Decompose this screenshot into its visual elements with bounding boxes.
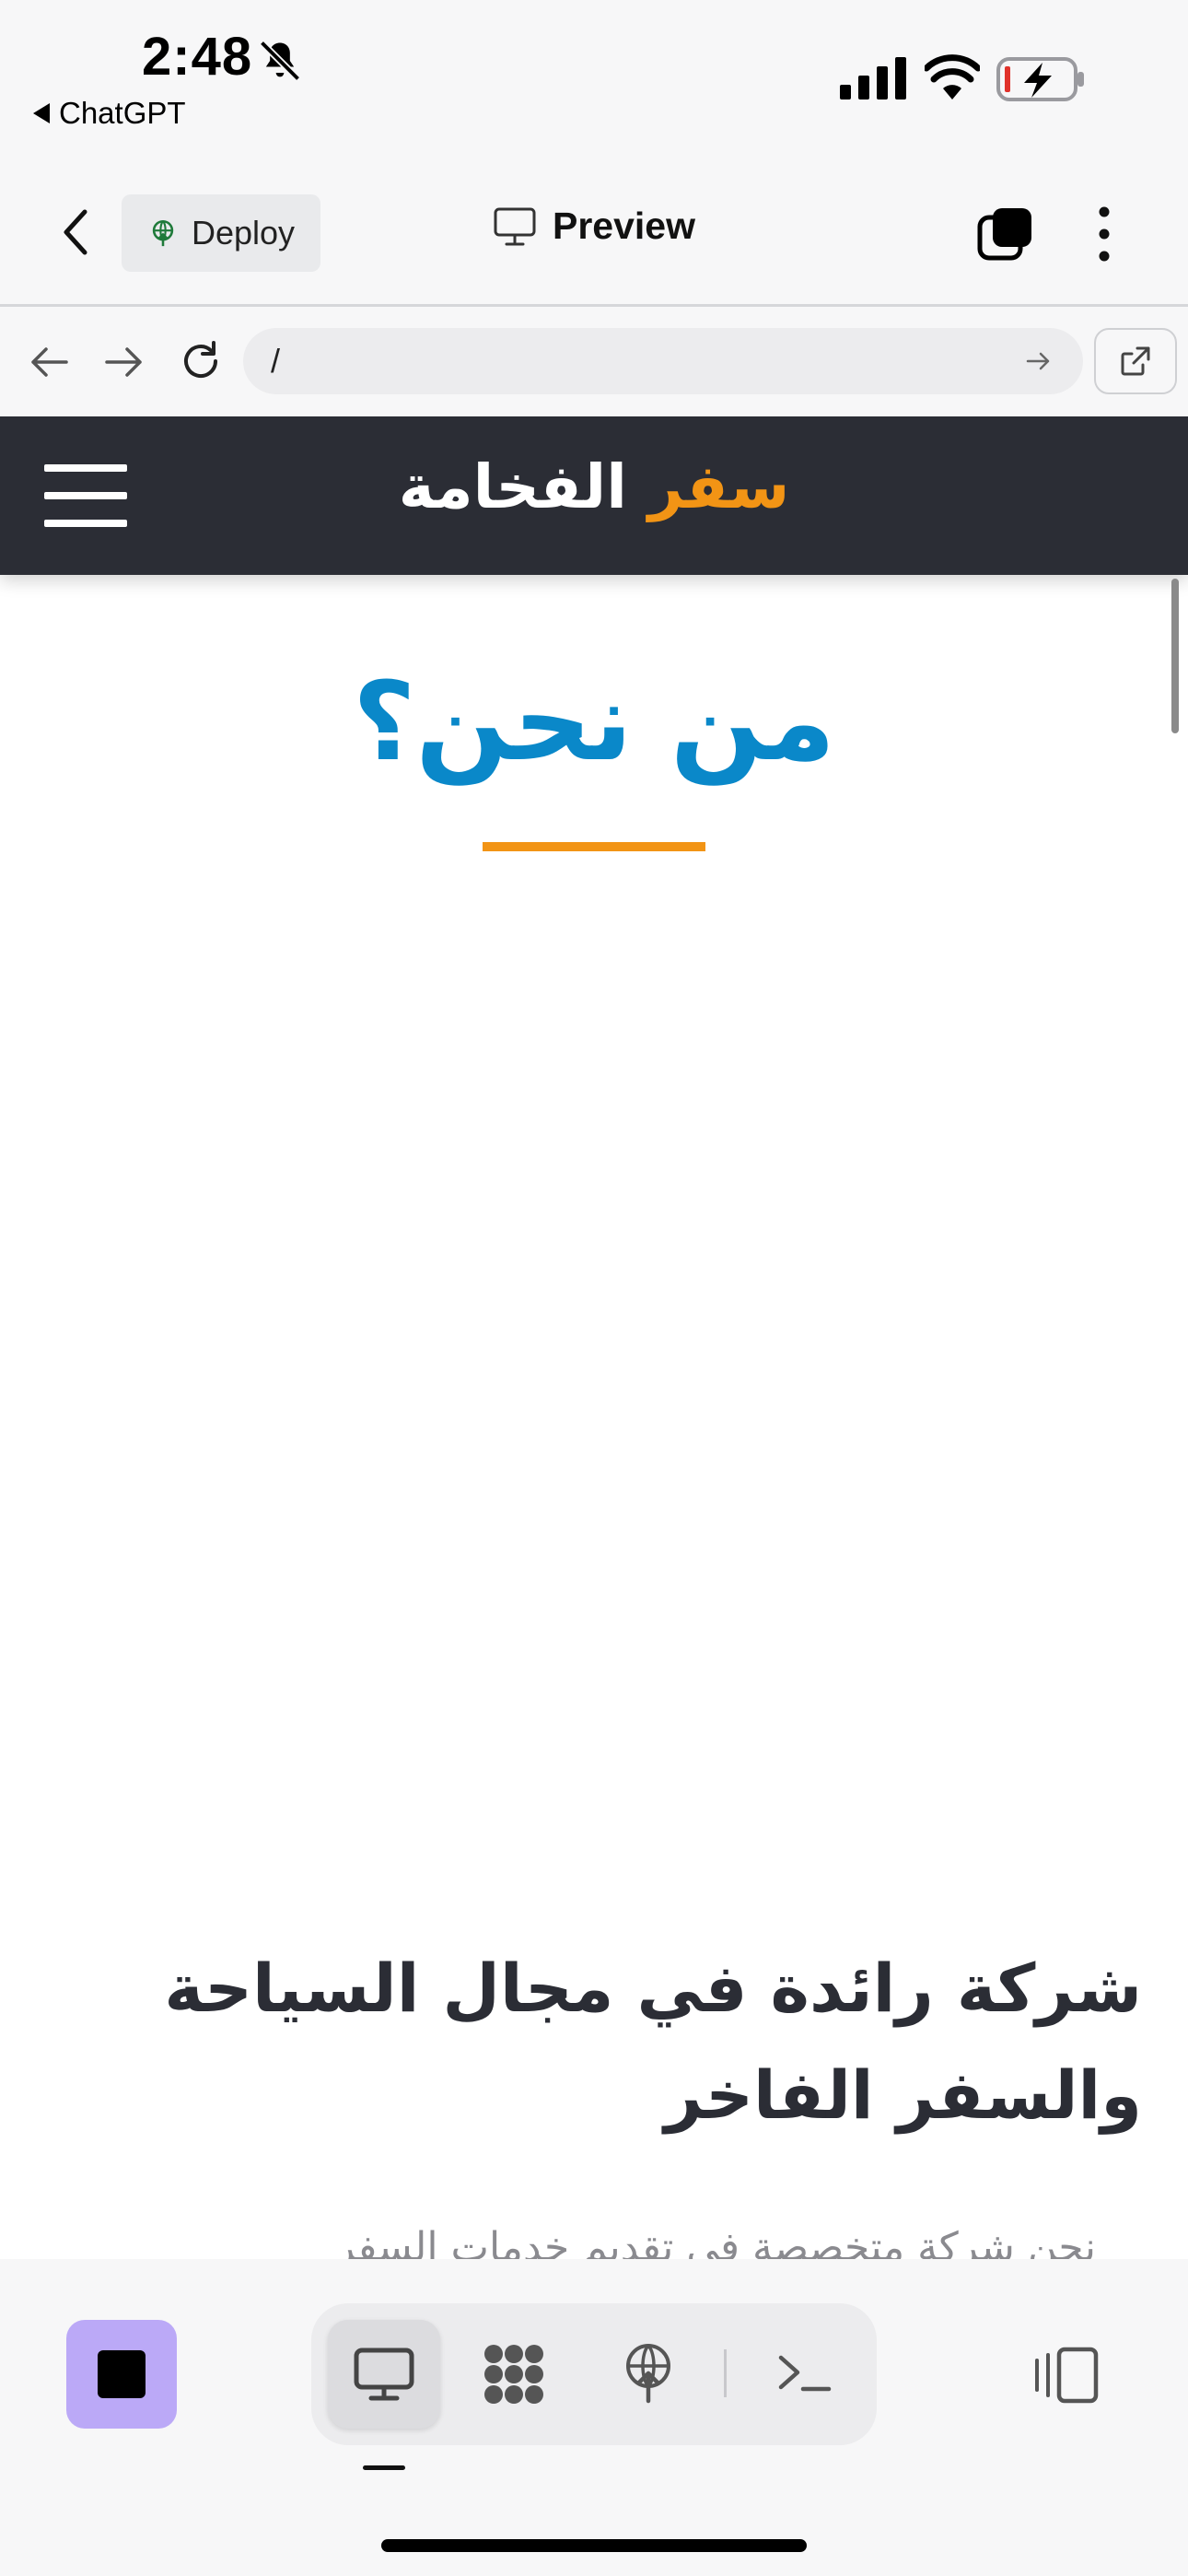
nav-forward-icon[interactable] [98, 339, 149, 385]
deploy-icon[interactable] [615, 2338, 681, 2405]
wifi-icon [925, 54, 980, 100]
monitor-icon [494, 207, 536, 245]
tabs-icon[interactable] [976, 205, 1035, 263]
back-to-app-label: ChatGPT [59, 96, 186, 130]
active-tab-indicator [363, 2465, 405, 2470]
deploy-button[interactable]: Deploy [122, 194, 320, 272]
layout-toggle-icon[interactable] [1031, 2346, 1101, 2405]
stop-button[interactable] [66, 2320, 177, 2429]
preview-title: Preview [494, 205, 695, 248]
section-headline: شركة رائدة في مجال السياحة والسفر الفاخر [55, 1935, 1142, 2149]
brand-main: الفخامة [398, 451, 627, 522]
reload-icon[interactable] [175, 335, 227, 387]
header-divider [0, 304, 1188, 307]
deploy-label: Deploy [191, 214, 296, 252]
nav-back-icon[interactable] [24, 339, 76, 385]
open-external-icon [1121, 346, 1150, 376]
desktop-icon[interactable] [351, 2341, 417, 2407]
back-chevron-icon[interactable] [55, 206, 98, 258]
bell-off-icon [259, 40, 301, 82]
site-brand[interactable]: سفر الفخامة [0, 451, 1188, 522]
brand-accent: سفر [647, 451, 790, 522]
title-underline [483, 842, 705, 851]
section-title: من نحن؟ [352, 658, 836, 785]
battery-charging-icon [996, 57, 1084, 101]
back-triangle-icon [33, 103, 50, 123]
headline-line-2: والسفر الفاخر [664, 2056, 1142, 2134]
deploy-globe-icon [152, 219, 174, 247]
home-indicator[interactable] [381, 2539, 807, 2552]
grid-icon[interactable] [481, 2341, 547, 2407]
site-navbar: سفر الفخامة [0, 416, 1188, 575]
open-external-button[interactable] [1094, 328, 1177, 394]
cellular-signal-icon [840, 57, 906, 100]
status-time: 2:48 [142, 27, 253, 87]
more-options-icon[interactable] [1090, 205, 1118, 263]
back-to-app-link[interactable]: ChatGPT [33, 96, 186, 131]
headline-line-1: شركة رائدة في مجال السياحة [164, 1950, 1142, 2027]
preview-title-label: Preview [553, 205, 695, 247]
url-input[interactable]: / [243, 328, 1083, 394]
url-text: / [271, 342, 281, 380]
segment-separator [724, 2349, 727, 2397]
preview-frame: سفر الفخامة من نحن؟ شركة رائدة في مجال ا… [0, 416, 1188, 2259]
body-text-peek: نحن شركة متخصصة في تقديم خدمات السفر [335, 2224, 1096, 2259]
url-go-icon[interactable] [1022, 345, 1055, 378]
stop-icon [98, 2350, 146, 2398]
terminal-icon[interactable] [772, 2341, 838, 2407]
